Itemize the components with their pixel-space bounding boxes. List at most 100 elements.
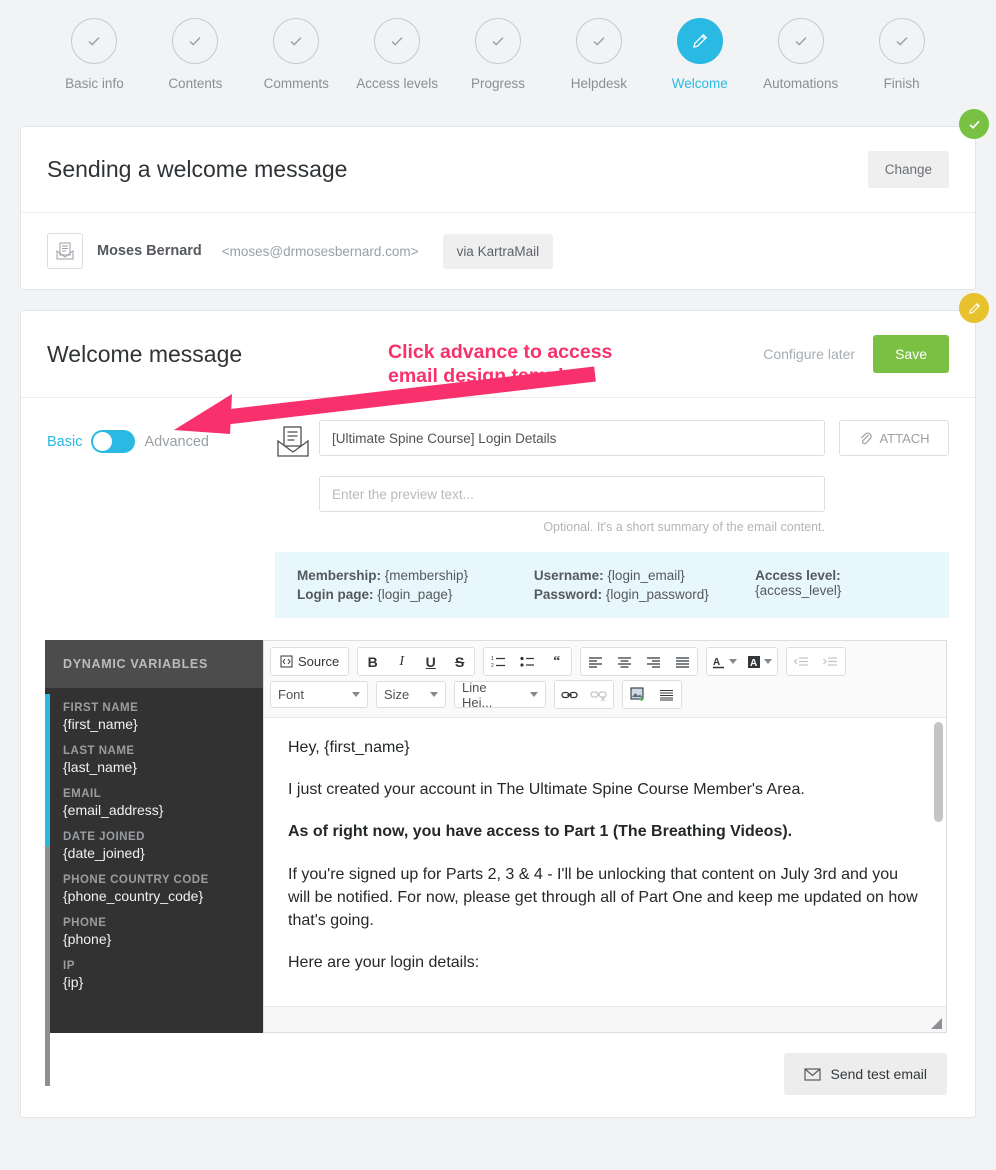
step-circle (878, 18, 925, 64)
welcome-message-card: Welcome message Configure later Save Bas… (20, 293, 989, 1118)
var-value: {access_level} (755, 583, 842, 598)
line-height-select[interactable]: Line Hei... (454, 680, 546, 710)
horizontal-rule-icon[interactable] (652, 681, 681, 708)
variable-key: IP (63, 960, 75, 972)
var-membership: Membership: {membership} (297, 568, 534, 583)
blockquote-icon[interactable]: “ (542, 648, 572, 675)
align-justify-icon[interactable] (668, 648, 698, 675)
step-basic-info[interactable]: Basic info (44, 18, 145, 91)
configure-later-link[interactable]: Configure later (763, 346, 855, 362)
text-color-icon[interactable]: A (707, 648, 743, 675)
sender-row: Moses Bernard <moses@drmosesbernard.com>… (21, 213, 975, 289)
editor-content-area[interactable]: Hey, {first_name} I just created your ac… (264, 718, 946, 1006)
subject-input[interactable] (319, 420, 825, 456)
subject-line: ATTACH (319, 420, 949, 456)
source-button[interactable]: Source (271, 648, 349, 675)
step-label: Basic info (65, 76, 124, 91)
check-icon (88, 37, 100, 46)
indent-icon[interactable] (816, 648, 846, 675)
step-progress[interactable]: Progress (448, 18, 549, 91)
editor-scrollbar[interactable] (934, 722, 943, 1002)
toolbar-row-1: Source B I U S 12 “ A A (270, 647, 940, 676)
outdent-icon[interactable] (787, 648, 817, 675)
step-label: Automations (763, 76, 839, 91)
variable-token: {ip} (63, 974, 84, 990)
check-icon (391, 37, 403, 46)
step-contents[interactable]: Contents (145, 18, 246, 91)
bulleted-list-icon[interactable] (513, 648, 543, 675)
svg-text:A: A (713, 657, 720, 668)
email-body[interactable]: Hey, {first_name} I just created your ac… (264, 718, 946, 1006)
indent-group (786, 647, 847, 676)
envelope-icon (803, 1067, 821, 1081)
status-badge-editing (959, 293, 989, 323)
step-label: Welcome (671, 76, 728, 91)
scrollbar-thumb[interactable] (934, 722, 943, 822)
basic-advanced-toggle[interactable]: Basic Advanced (47, 430, 275, 453)
check-icon (968, 120, 980, 129)
step-circle (475, 18, 521, 64)
italic-button[interactable]: I (387, 648, 417, 675)
toggle-label-basic: Basic (47, 433, 83, 450)
step-access-levels[interactable]: Access levels (347, 18, 448, 91)
list-item[interactable]: PHONE COUNTRY CODE {phone_country_code} (63, 874, 263, 904)
link-group (554, 680, 614, 709)
var-password: Password: {login_password} (534, 587, 755, 602)
step-finish[interactable]: Finish (851, 18, 952, 91)
toggle-label-advanced: Advanced (144, 433, 209, 450)
resize-handle[interactable] (931, 1018, 942, 1029)
save-button[interactable]: Save (873, 335, 949, 373)
toggle-knob (93, 432, 113, 451)
font-select[interactable]: Font (270, 681, 368, 708)
svg-text:A: A (750, 658, 757, 669)
align-left-icon[interactable] (581, 648, 611, 675)
mode-toggle-column: Basic Advanced (47, 420, 275, 453)
align-right-icon[interactable] (639, 648, 669, 675)
attach-button[interactable]: ATTACH (839, 420, 949, 456)
check-icon (492, 37, 504, 46)
editor-toolbar: Source B I U S 12 “ A A Font Size Line H… (264, 641, 946, 718)
link-icon[interactable] (555, 681, 584, 708)
panel-scroll-indicator-active[interactable] (45, 694, 50, 846)
welcome-title: Welcome message (47, 340, 243, 367)
toggle-switch[interactable] (91, 430, 136, 453)
list-item[interactable]: IP {ip} (63, 960, 263, 990)
body-paragraph: Here are your login details: (288, 954, 480, 972)
strikethrough-button[interactable]: S (445, 648, 475, 675)
list-item[interactable]: EMAIL {email_address} (63, 788, 263, 818)
list-item[interactable]: DATE JOINED {date_joined} (63, 831, 263, 861)
list-item[interactable]: FIRST NAME {first_name} (63, 702, 263, 732)
step-helpdesk[interactable]: Helpdesk (548, 18, 649, 91)
bold-button[interactable]: B (358, 648, 388, 675)
var-label: Password: (533, 587, 603, 602)
size-select[interactable]: Size (376, 681, 446, 708)
vars-column-2: Username: {login_email} Password: {login… (534, 568, 755, 602)
list-item[interactable]: LAST NAME {last_name} (63, 745, 263, 775)
body-paragraph: I just created your account in The Ultim… (288, 781, 805, 799)
sending-card-header: Sending a welcome message Change (21, 127, 975, 213)
media-group (622, 680, 682, 709)
send-test-email-button[interactable]: Send test email (783, 1053, 947, 1095)
list-item[interactable]: PHONE {phone} (63, 917, 263, 947)
preview-text-input[interactable] (319, 476, 825, 512)
step-welcome[interactable]: Welcome (649, 18, 750, 91)
dynamic-variables-panel: DYNAMIC VARIABLES FIRST NAME {first_name… (45, 640, 263, 1086)
numbered-list-icon[interactable]: 12 (484, 648, 514, 675)
underline-button[interactable]: U (416, 648, 446, 675)
change-button[interactable]: Change (867, 151, 949, 188)
size-select-label: Size (384, 687, 410, 702)
var-value: {login_page} (377, 587, 453, 602)
panel-scroll-indicator-track[interactable] (45, 846, 50, 1086)
source-group: Source (270, 647, 350, 676)
var-value: {login_password} (605, 587, 709, 602)
step-label: Access levels (356, 76, 438, 91)
header-actions: Configure later Save (763, 335, 949, 373)
background-color-icon[interactable]: A (742, 648, 778, 675)
alignment-group (580, 647, 699, 676)
variable-key: PHONE (63, 917, 107, 929)
insert-image-icon[interactable] (623, 681, 652, 708)
unlink-icon[interactable] (584, 681, 613, 708)
align-center-icon[interactable] (610, 648, 640, 675)
step-automations[interactable]: Automations (750, 18, 851, 91)
step-comments[interactable]: Comments (246, 18, 347, 91)
